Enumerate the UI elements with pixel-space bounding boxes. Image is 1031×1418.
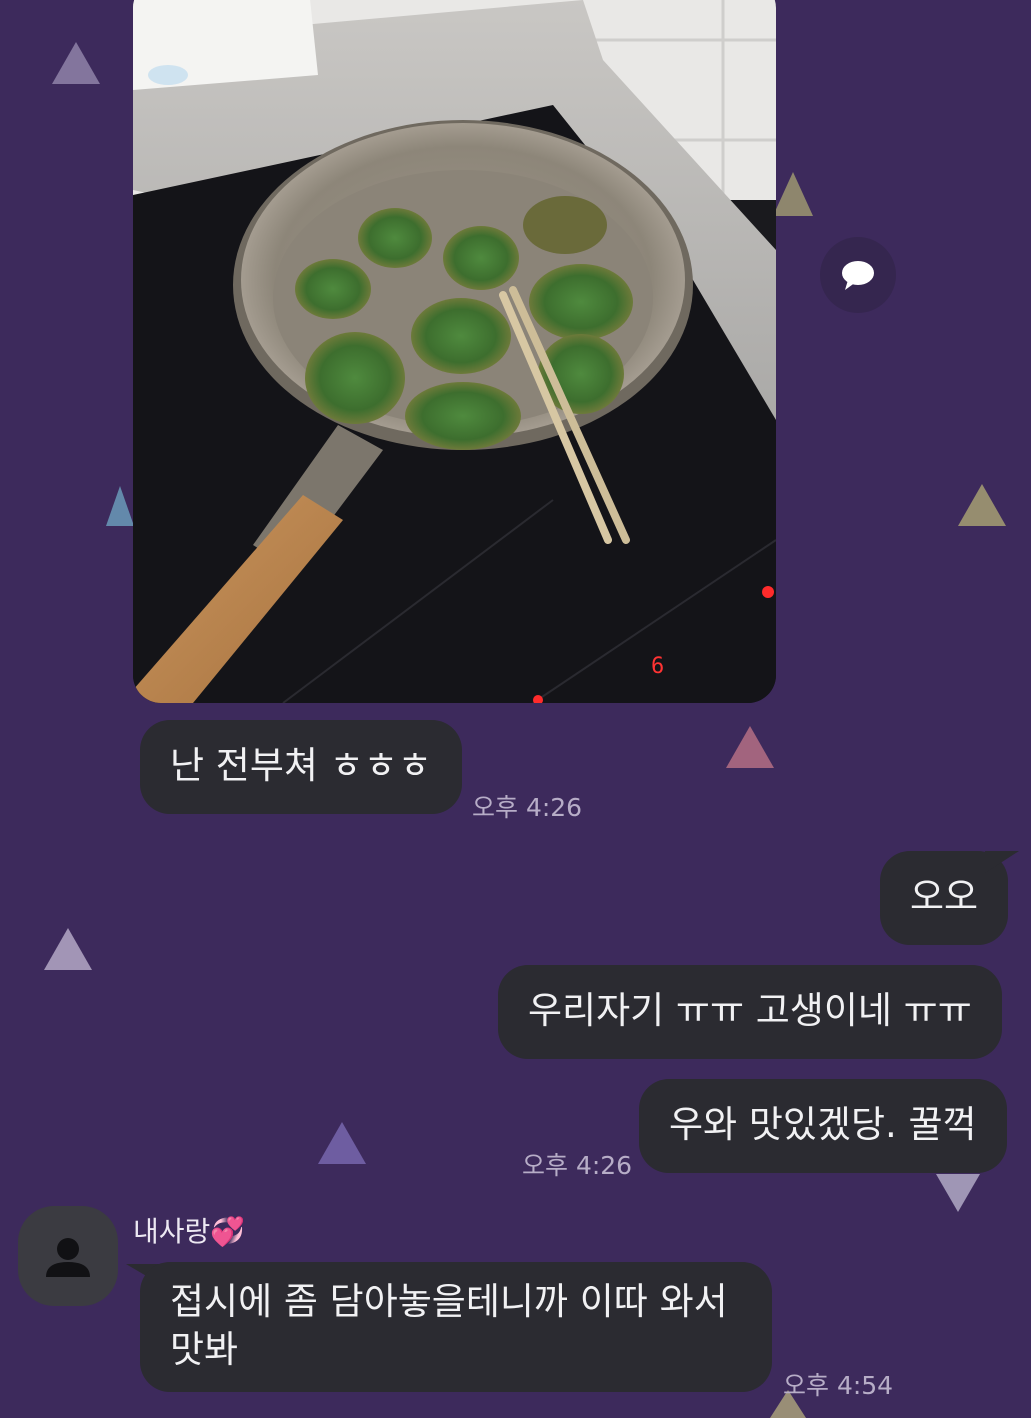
sender-heart-emoji: 💞: [210, 1215, 246, 1248]
message-time: 오후 4:26: [522, 1151, 633, 1180]
message-bubble-sent[interactable]: 우리자기 ㅠㅠ 고생이네 ㅠㅠ: [498, 965, 1002, 1059]
decor-triangle: [726, 726, 774, 768]
speech-bubble-icon: [842, 261, 874, 290]
message-text: 난 전부쳐 ㅎㅎㅎ: [170, 744, 432, 787]
message-bubble-received[interactable]: 접시에 좀 담아놓을테니까 이따 와서 맛봐: [140, 1262, 772, 1392]
decor-triangle: [52, 42, 100, 84]
message-time: 오후 4:54: [783, 1371, 894, 1400]
decor-triangle: [936, 1174, 980, 1212]
decor-triangle: [958, 484, 1006, 526]
bubble-tail: [985, 851, 1019, 873]
message-bubble-received[interactable]: 난 전부쳐 ㅎㅎㅎ: [140, 720, 462, 814]
message-text: 오오: [910, 875, 979, 918]
cooking-photo: 6: [133, 0, 776, 703]
decor-triangle: [318, 1122, 366, 1164]
message-text-line: 맛봐: [170, 1328, 239, 1371]
decor-triangle: [44, 928, 92, 970]
message-bubble-sent[interactable]: 우와 맛있겠당. 꿀꺽: [639, 1079, 1007, 1173]
message-time: 오후 4:26: [472, 793, 583, 822]
svg-text:6: 6: [651, 654, 664, 679]
message-text-line: 접시에 좀 담아놓을테니까 이따 와서: [170, 1280, 728, 1323]
photo-message[interactable]: 6: [133, 0, 776, 703]
message-text: 우와 맛있겠당. 꿀꺽: [669, 1103, 977, 1146]
decor-triangle: [773, 172, 813, 216]
decor-triangle: [106, 486, 134, 526]
sender-name: 내사랑💞: [133, 1215, 246, 1248]
person-icon: [46, 1238, 90, 1277]
message-text: 우리자기 ㅠㅠ 고생이네 ㅠㅠ: [528, 989, 972, 1032]
avatar[interactable]: [18, 1206, 118, 1306]
share-button[interactable]: [820, 237, 896, 313]
